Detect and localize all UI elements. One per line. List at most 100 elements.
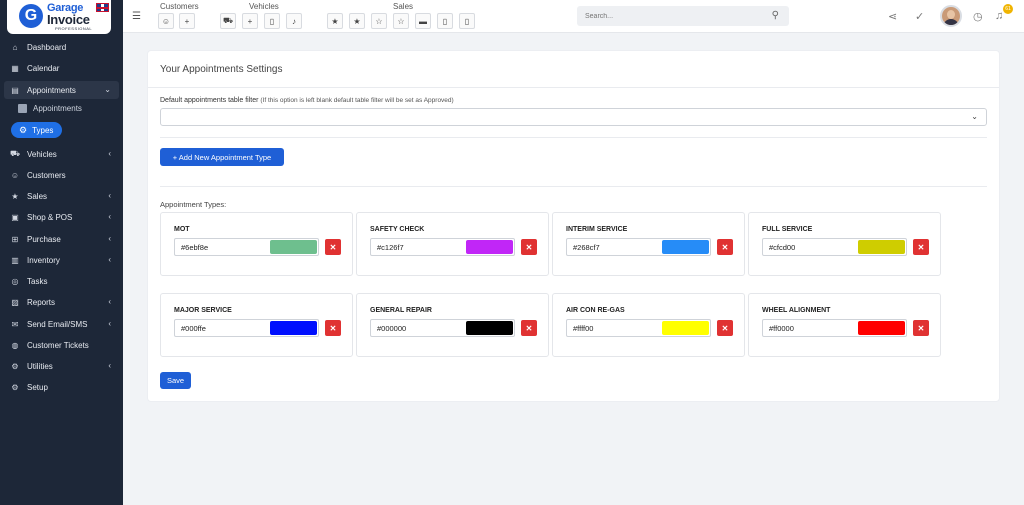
vehicles-list-button[interactable]: ⛟	[220, 13, 236, 29]
document-icon: ▯	[442, 16, 448, 26]
color-hex-input[interactable]	[175, 320, 271, 336]
color-hex-input[interactable]	[763, 320, 859, 336]
envelope-icon: ✉	[11, 319, 19, 329]
sidebar-item-dashboard[interactable]: ⌂ Dashboard	[4, 38, 119, 56]
sales-star-outline-button[interactable]: ☆	[371, 13, 387, 29]
sales-card-button[interactable]: ▬	[415, 13, 431, 29]
add-appointment-type-button[interactable]: + Add New Appointment Type	[160, 148, 284, 166]
close-icon: ✕	[525, 242, 533, 252]
share-icon[interactable]: ⋖	[888, 10, 897, 23]
clipboard-icon: ▤	[11, 85, 19, 95]
save-button[interactable]: Save	[160, 372, 191, 389]
filter-label-note: (If this option is left blank default ta…	[260, 97, 454, 104]
sidebar-subitem-types[interactable]: ⚙ Types	[11, 122, 62, 138]
home-icon: ⌂	[12, 42, 18, 52]
color-hex-input[interactable]	[371, 320, 467, 336]
sales-add-star-button[interactable]: ★	[349, 13, 365, 29]
sales-file-button[interactable]: ▯	[459, 13, 475, 29]
close-icon: ✕	[329, 242, 337, 252]
sidebar-item-setup[interactable]: ⚙ Setup	[4, 378, 119, 396]
color-hex-input[interactable]	[175, 239, 271, 255]
sidebar-item-inventory[interactable]: ▥ Inventory ‹	[4, 251, 119, 269]
divider	[148, 87, 999, 88]
color-swatch[interactable]	[858, 321, 905, 335]
sidebar-item-label: Tasks	[27, 276, 48, 286]
check-icon[interactable]: ✓	[915, 10, 924, 23]
appointment-type-name: AIR CON RE-GAS	[566, 307, 625, 314]
appointment-type-card: INTERIM SERVICE ✕	[552, 212, 745, 276]
vehicle-reminder-button[interactable]: ♪	[286, 13, 302, 29]
sidebar-item-appointments[interactable]: ▤ Appointments ⌄	[4, 81, 119, 99]
menu-toggle-icon[interactable]: ☰	[132, 11, 141, 22]
vehicle-clipboard-button[interactable]: ▯	[264, 13, 280, 29]
color-swatch[interactable]	[662, 240, 709, 254]
bell-icon[interactable]: ♫	[995, 10, 1003, 22]
star-plus-icon: ★	[353, 16, 361, 26]
delete-type-button[interactable]: ✕	[325, 320, 341, 336]
plus-icon: +	[247, 16, 253, 26]
delete-type-button[interactable]: ✕	[913, 239, 929, 255]
sidebar-subitem-appointments[interactable]: Appointments	[18, 104, 82, 113]
appointment-type-card: FULL SERVICE ✕	[748, 212, 941, 276]
sidebar-item-label: Inventory	[27, 255, 60, 265]
delete-type-button[interactable]: ✕	[717, 320, 733, 336]
box-icon: ▥	[11, 255, 19, 265]
sidebar: G Garage Invoice PROFESSIONAL ⌂ Dashboard…	[0, 0, 123, 505]
avatar[interactable]	[940, 5, 962, 27]
search-icon[interactable]: ⚲	[772, 10, 779, 21]
sidebar-item-label: Calendar	[27, 63, 60, 73]
sidebar-item-tasks[interactable]: ◎ Tasks	[4, 272, 119, 290]
add-vehicle-button[interactable]: +	[242, 13, 258, 29]
sidebar-item-customers[interactable]: ☺ Customers	[4, 166, 119, 184]
customers-list-button[interactable]: ☺	[158, 13, 174, 29]
chevron-left-icon: ‹	[108, 191, 111, 200]
color-hex-input[interactable]	[567, 320, 663, 336]
color-hex-input[interactable]	[567, 239, 663, 255]
sidebar-item-sales[interactable]: ★ Sales ‹	[4, 187, 119, 205]
calendar-icon: ▦	[11, 63, 19, 73]
sidebar-item-customer-tickets[interactable]: ◍ Customer Tickets	[4, 336, 119, 354]
sidebar-item-label: Dashboard	[27, 42, 67, 52]
sidebar-item-send-email-sms[interactable]: ✉ Send Email/SMS ‹	[4, 315, 119, 333]
sales-document-button[interactable]: ▯	[437, 13, 453, 29]
color-swatch[interactable]	[270, 321, 317, 335]
color-field	[566, 238, 711, 256]
sidebar-item-vehicles[interactable]: ⛟ Vehicles ‹	[4, 145, 119, 163]
sidebar-item-shop-pos[interactable]: ▣ Shop & POS ‹	[4, 208, 119, 226]
search-input[interactable]	[577, 6, 757, 26]
color-hex-input[interactable]	[371, 239, 467, 255]
add-customer-button[interactable]: +	[179, 13, 195, 29]
delete-type-button[interactable]: ✕	[325, 239, 341, 255]
color-swatch[interactable]	[858, 240, 905, 254]
sidebar-item-label: Send Email/SMS	[27, 319, 88, 329]
appointment-type-card: SAFETY CHECK ✕	[356, 212, 549, 276]
sales-group-label: Sales	[393, 2, 414, 11]
sidebar-item-purchase[interactable]: ⊞ Purchase ‹	[4, 230, 119, 248]
color-swatch[interactable]	[662, 321, 709, 335]
appointment-type-name: GENERAL REPAIR	[370, 307, 432, 314]
vehicles-group-label: Vehicles	[249, 2, 279, 11]
delete-type-button[interactable]: ✕	[521, 320, 537, 336]
delete-type-button[interactable]: ✕	[521, 239, 537, 255]
color-swatch[interactable]	[466, 240, 513, 254]
star-icon: ★	[331, 16, 339, 26]
sidebar-item-reports[interactable]: ▨ Reports ‹	[4, 293, 119, 311]
sales-star-button[interactable]: ★	[327, 13, 343, 29]
color-hex-input[interactable]	[763, 239, 859, 255]
sidebar-item-utilities[interactable]: ⚙ Utilities ‹	[4, 357, 119, 375]
sidebar-item-label: Customer Tickets	[27, 340, 89, 350]
default-filter-select[interactable]: ⌄	[160, 108, 987, 126]
sidebar-item-calendar[interactable]: ▦ Calendar	[4, 59, 119, 77]
clock-icon[interactable]: ◷	[973, 10, 983, 23]
logo[interactable]: G Garage Invoice PROFESSIONAL	[7, 0, 111, 34]
color-swatch[interactable]	[270, 240, 317, 254]
close-icon: ✕	[721, 242, 729, 252]
sales-add-star-outline-button[interactable]: ☆	[393, 13, 409, 29]
sidebar-item-label: Sales	[27, 191, 48, 201]
star-outline-plus-icon: ☆	[397, 16, 405, 26]
delete-type-button[interactable]: ✕	[913, 320, 929, 336]
file-icon: ▯	[464, 16, 470, 26]
star-icon: ★	[11, 191, 19, 201]
color-swatch[interactable]	[466, 321, 513, 335]
delete-type-button[interactable]: ✕	[717, 239, 733, 255]
